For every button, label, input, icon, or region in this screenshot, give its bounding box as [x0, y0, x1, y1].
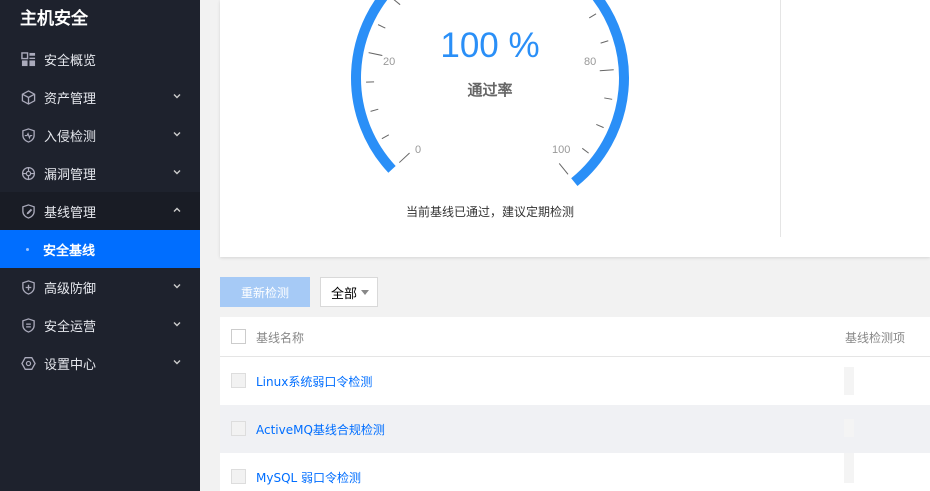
- chevron-down-icon: [173, 284, 181, 289]
- sidebar-item-intrusion[interactable]: 入侵检测: [0, 116, 200, 154]
- filter-select[interactable]: 全部: [320, 277, 378, 307]
- gauge-tick-20: 20: [383, 56, 396, 68]
- sidebar-item-label: 安全运营: [44, 319, 97, 335]
- sidebar-item-assets[interactable]: 资产管理: [0, 78, 200, 116]
- table-row: Linux系统弱口令检测: [220, 357, 930, 405]
- chevron-down-icon: [173, 94, 181, 99]
- bullet-dot: [26, 247, 29, 251]
- shield-list-icon: [20, 317, 36, 333]
- card-divider: [780, 0, 781, 237]
- select-all-checkbox[interactable]: [231, 329, 246, 344]
- chevron-down-icon: [173, 322, 181, 327]
- caret-down-icon: [361, 290, 369, 295]
- column-header-check-items: 基线检测项: [845, 331, 906, 345]
- baseline-name-link[interactable]: ActiveMQ基线合规检测: [256, 421, 385, 438]
- gauge-tick-mark: [588, 13, 597, 19]
- check-items-placeholder: [844, 419, 854, 437]
- chevron-up-icon: [173, 207, 181, 212]
- column-header-name: 基线名称: [256, 331, 305, 345]
- gauge-tick-mark: [377, 24, 386, 29]
- sidebar-item-settings[interactable]: 设置中心: [0, 344, 200, 382]
- sidebar-item-label: 高级防御: [44, 281, 97, 297]
- sidebar-item-label: 安全概览: [44, 53, 97, 69]
- check-items-placeholder: [844, 367, 854, 395]
- recheck-button[interactable]: 重新检测: [220, 277, 310, 307]
- gauge-tick-mark: [370, 108, 379, 112]
- sidebar-item-operations[interactable]: 安全运营: [0, 306, 200, 344]
- baseline-name-link[interactable]: MySQL 弱口令检测: [256, 469, 361, 486]
- main-content: 100 % 通过率 20 80 0 100 当前基线已通过，建议定期检测 重新检…: [200, 0, 930, 491]
- row-checkbox[interactable]: [231, 421, 246, 436]
- baseline-name-link[interactable]: Linux系统弱口令检测: [256, 373, 372, 390]
- sidebar-item-overview[interactable]: 安全概览: [0, 40, 200, 78]
- dashboard-icon: [20, 51, 36, 67]
- gauge-tick-mark: [599, 69, 614, 72]
- sidebar-item-label: 设置中心: [44, 357, 97, 373]
- gauge-tick-mark: [368, 52, 383, 56]
- gauge-tick-mark: [600, 40, 609, 44]
- gauge-tick-mark: [381, 134, 390, 140]
- gauge-tick-0: 0: [415, 144, 422, 156]
- table-header: 基线名称 基线检测项: [220, 317, 930, 357]
- gauge-value: 100 %: [440, 26, 540, 65]
- gauge-tip-text: 当前基线已通过，建议定期检测: [405, 205, 574, 219]
- gauge-tick-mark: [604, 97, 613, 100]
- sidebar-item-label: 入侵检测: [44, 129, 97, 145]
- sidebar-item-label: 基线管理: [44, 205, 97, 221]
- sidebar-item-label: 资产管理: [44, 91, 97, 107]
- chevron-down-icon: [173, 360, 181, 365]
- gauge-tick-80: 80: [584, 56, 597, 68]
- sidebar-item-advanced-defense[interactable]: 高级防御: [0, 268, 200, 306]
- gauge-tick-mark: [596, 123, 604, 129]
- bug-icon: [20, 165, 36, 181]
- sidebar-item-label: 安全基线: [43, 243, 96, 259]
- app-title: 主机安全: [20, 9, 88, 29]
- settings-hex-icon: [20, 355, 36, 371]
- gauge-label: 通过率: [467, 81, 513, 99]
- filter-select-value: 全部: [331, 286, 358, 302]
- check-items-placeholder: [844, 453, 854, 483]
- shield-pulse-icon: [20, 127, 36, 143]
- sidebar-item-baseline[interactable]: 基线管理: [0, 192, 200, 230]
- gauge-tick-100: 100: [552, 144, 571, 156]
- gauge-tick-mark: [558, 163, 569, 175]
- chevron-down-icon: [173, 132, 181, 137]
- sidebar-subitem-security-baseline[interactable]: 安全基线: [0, 230, 200, 268]
- chevron-down-icon: [173, 170, 181, 175]
- gauge-tick-mark: [398, 152, 410, 163]
- gauge-tick-mark: [581, 147, 589, 154]
- pass-rate-card: 100 % 通过率 20 80 0 100 当前基线已通过，建议定期检测: [220, 0, 930, 257]
- gauge-tick-mark: [393, 0, 401, 6]
- row-checkbox[interactable]: [231, 469, 246, 484]
- table-row: MySQL 弱口令检测: [220, 453, 930, 491]
- sidebar-item-label: 漏洞管理: [44, 167, 97, 183]
- cube-icon: [20, 89, 36, 105]
- sidebar: 主机安全 安全概览 资产管理 入侵检测 漏洞管理 基线管理 安全基线 高级防御 …: [0, 0, 200, 491]
- row-checkbox[interactable]: [231, 373, 246, 388]
- shield-edit-icon: [20, 203, 36, 219]
- baseline-table: 基线名称 基线检测项 Linux系统弱口令检测 ActiveMQ基线合规检测 M…: [220, 317, 930, 491]
- sidebar-item-vulnerability[interactable]: 漏洞管理: [0, 154, 200, 192]
- table-row: ActiveMQ基线合规检测: [220, 405, 930, 453]
- shield-plus-icon: [20, 279, 36, 295]
